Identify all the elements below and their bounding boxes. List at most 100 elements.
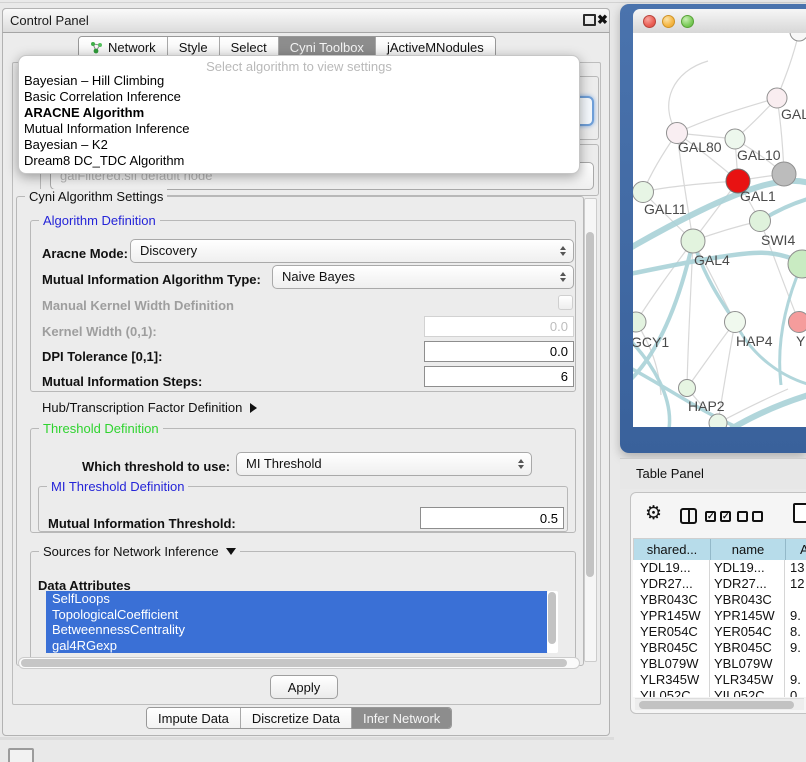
network-node-label: GAL xyxy=(781,106,806,122)
float-window-icon[interactable] xyxy=(583,14,596,26)
network-node-gal4[interactable] xyxy=(681,229,705,253)
bottom-tab-infer-network[interactable]: Infer Network xyxy=(351,708,451,728)
table-row[interactable]: YBL079WYBL079W xyxy=(633,656,806,672)
algorithm-option[interactable]: Bayesian – Hill Climbing xyxy=(22,73,576,89)
collapsed-arrow-icon xyxy=(250,403,257,413)
tab-cyni-toolbox[interactable]: Cyni Toolbox xyxy=(278,37,375,57)
apply-button-label: Apply xyxy=(288,680,321,695)
bottom-tab-discretize-data[interactable]: Discretize Data xyxy=(240,708,351,728)
scrollbar-thumb[interactable] xyxy=(548,592,556,644)
unchecked-boxes-icon[interactable] xyxy=(737,511,763,522)
settings-vertical-scrollbar[interactable] xyxy=(584,198,597,662)
table-cell: 13 xyxy=(785,560,806,576)
mi-threshold-definition-title: MI Threshold Definition xyxy=(47,479,188,494)
algorithm-option[interactable]: Basic Correlation Inference xyxy=(22,89,576,105)
table-cell: YBL079W xyxy=(633,656,710,672)
network-canvas[interactable]: GALGAL80GAL10GAL1GAL11SWI4GAL4GCY1HAP4YH… xyxy=(633,33,806,427)
attribute-item[interactable]: BetweennessCentrality xyxy=(46,622,547,638)
attribute-item[interactable]: SelfLoops xyxy=(46,591,547,607)
close-icon[interactable]: ✖ xyxy=(597,12,608,28)
manual-kernel-checkbox[interactable] xyxy=(558,295,573,310)
column-header[interactable]: A xyxy=(786,539,806,561)
table-cell: YDL19... xyxy=(710,560,785,576)
data-attributes-list[interactable]: SelfLoopsTopologicalCoefficientBetweenne… xyxy=(46,591,547,653)
table-cell: 9. xyxy=(785,608,806,624)
mi-steps-field[interactable] xyxy=(424,366,574,387)
tab-network[interactable]: Network xyxy=(79,37,167,57)
network-node-y[interactable] xyxy=(789,312,806,333)
table-row[interactable]: YPR145WYPR145W9. xyxy=(633,608,806,624)
network-node-label: HAP4 xyxy=(736,333,773,349)
aracne-mode-combo[interactable]: Discovery xyxy=(130,239,574,263)
network-window-titlebar[interactable] xyxy=(633,9,806,34)
hub-definition-expander[interactable]: Hub/Transcription Factor Definition xyxy=(42,400,257,415)
checked-boxes-icon[interactable]: ✓✓ xyxy=(705,511,731,522)
mi-threshold-field[interactable] xyxy=(420,507,564,529)
table-row[interactable]: YDL19...YDL19...13 xyxy=(633,560,806,576)
table-row[interactable]: YDR27...YDR27...12 xyxy=(633,576,806,592)
algorithm-option[interactable]: Bayesian – K2 xyxy=(22,137,576,153)
new-table-icon[interactable] xyxy=(793,503,806,523)
algorithm-option[interactable]: ARACNE Algorithm xyxy=(22,105,576,121)
network-node-gal[interactable] xyxy=(767,88,787,108)
close-traffic-light-icon[interactable] xyxy=(643,15,656,28)
network-node[interactable] xyxy=(790,33,806,41)
network-node[interactable] xyxy=(709,414,727,427)
settings-gear-icon[interactable]: ⚙ xyxy=(645,504,662,523)
bottom-tab-label: Discretize Data xyxy=(252,711,340,726)
minimize-traffic-light-icon[interactable] xyxy=(662,15,675,28)
network-node[interactable] xyxy=(772,162,796,186)
scrollbar-thumb[interactable] xyxy=(639,701,794,709)
network-node-gal11[interactable] xyxy=(633,182,654,203)
dpi-tolerance-field[interactable] xyxy=(424,341,574,362)
attribute-item[interactable]: TopologicalCoefficient xyxy=(46,607,547,623)
network-node-label: Y xyxy=(796,333,806,349)
table-row[interactable]: YBR043CYBR043C xyxy=(633,592,806,608)
apply-button[interactable]: Apply xyxy=(270,675,338,699)
network-node-gal10[interactable] xyxy=(725,129,745,149)
table-horizontal-scrollbar[interactable] xyxy=(635,698,804,710)
aracne-mode-value: Discovery xyxy=(140,243,197,258)
attributes-scrollbar[interactable] xyxy=(547,591,558,653)
network-node-swi4[interactable] xyxy=(750,211,771,232)
collapsed-panel-icon[interactable] xyxy=(8,748,34,762)
table-cell: YBR043C xyxy=(633,592,710,608)
tab-label: jActiveMNodules xyxy=(387,40,484,55)
which-threshold-combo[interactable]: MI Threshold xyxy=(236,452,532,476)
attribute-item[interactable]: gal4RGexp xyxy=(46,638,547,654)
table-cell: YPR145W xyxy=(633,608,710,624)
table-cell: YPR145W xyxy=(710,608,785,624)
scrollbar-thumb[interactable] xyxy=(586,232,594,577)
table-cell: YDR27... xyxy=(633,576,710,592)
table-cell: 9. xyxy=(785,672,806,688)
algorithm-option[interactable]: Dream8 DC_TDC Algorithm xyxy=(22,153,576,169)
network-node[interactable] xyxy=(788,250,806,278)
column-header[interactable]: shared... xyxy=(634,539,711,561)
scrollbar-thumb[interactable] xyxy=(21,659,567,667)
table-row[interactable]: YER054CYER054C8. xyxy=(633,624,806,640)
manual-kernel-label: Manual Kernel Width Definition xyxy=(42,298,234,313)
tab-select[interactable]: Select xyxy=(219,37,278,57)
table-row[interactable]: YBR045CYBR045C9. xyxy=(633,640,806,656)
table-row[interactable]: YIL052CYIL052C0. xyxy=(633,688,806,697)
tab-jactivemnodules[interactable]: jActiveMNodules xyxy=(375,37,495,57)
column-header[interactable]: name xyxy=(711,539,786,561)
network-node-hap2[interactable] xyxy=(679,380,696,397)
network-node-gcy1[interactable] xyxy=(633,312,646,332)
kernel-width-field[interactable] xyxy=(424,316,574,337)
settings-horizontal-scrollbar[interactable] xyxy=(18,657,580,669)
network-teal-edges xyxy=(633,181,806,427)
column-layout-icon[interactable] xyxy=(680,508,697,524)
mi-type-combo[interactable]: Naive Bayes xyxy=(272,265,574,289)
table-row[interactable]: YLR345WYLR345W9. xyxy=(633,672,806,688)
network-node-label: GAL1 xyxy=(740,188,776,204)
table-body[interactable]: YDL19...YDL19...13YDR27...YDR27...12YBR0… xyxy=(633,560,806,697)
bottom-tab-impute-data[interactable]: Impute Data xyxy=(147,708,240,728)
network-node-hap4[interactable] xyxy=(725,312,746,333)
tab-style[interactable]: Style xyxy=(167,37,219,57)
network-node-label: HAP2 xyxy=(688,398,725,414)
tab-label: Network xyxy=(108,40,156,55)
control-panel-title: Control Panel xyxy=(10,13,89,28)
zoom-traffic-light-icon[interactable] xyxy=(681,15,694,28)
algorithm-option[interactable]: Mutual Information Inference xyxy=(22,121,576,137)
